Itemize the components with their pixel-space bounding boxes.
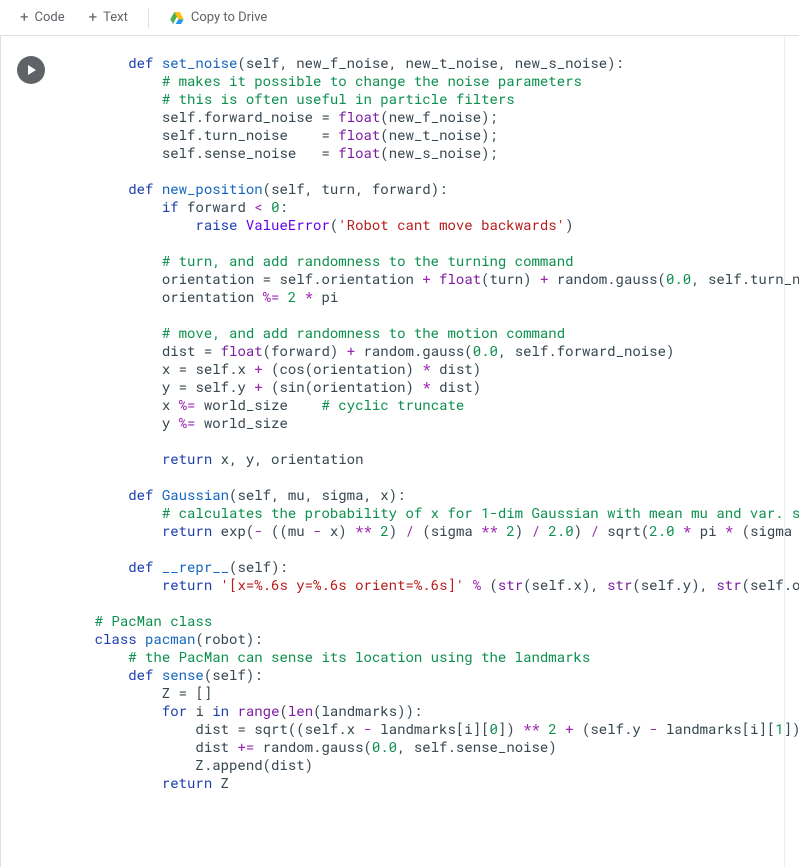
notebook-main: def set_noise(self, new_f_noise, new_t_n… — [0, 36, 799, 867]
copy-to-drive-label: Copy to Drive — [191, 10, 267, 25]
add-text-cell-button[interactable]: + Text — [79, 4, 138, 31]
notebook-toolbar: + Code + Text Copy to Drive — [0, 0, 799, 36]
code-cell[interactable]: def set_noise(self, new_f_noise, new_t_n… — [1, 36, 799, 867]
copy-to-drive-button[interactable]: Copy to Drive — [159, 4, 277, 32]
add-code-cell-button[interactable]: + Code — [10, 4, 75, 31]
run-column — [1, 54, 61, 867]
drive-icon — [169, 10, 185, 26]
add-code-label: Code — [35, 10, 65, 25]
code-editor[interactable]: def set_noise(self, new_f_noise, new_t_n… — [61, 54, 799, 867]
add-text-label: Text — [103, 10, 128, 25]
play-icon — [28, 65, 36, 75]
plus-icon: + — [89, 10, 98, 25]
plus-icon: + — [20, 10, 29, 25]
run-cell-button[interactable] — [17, 56, 45, 84]
toolbar-separator — [148, 8, 149, 28]
